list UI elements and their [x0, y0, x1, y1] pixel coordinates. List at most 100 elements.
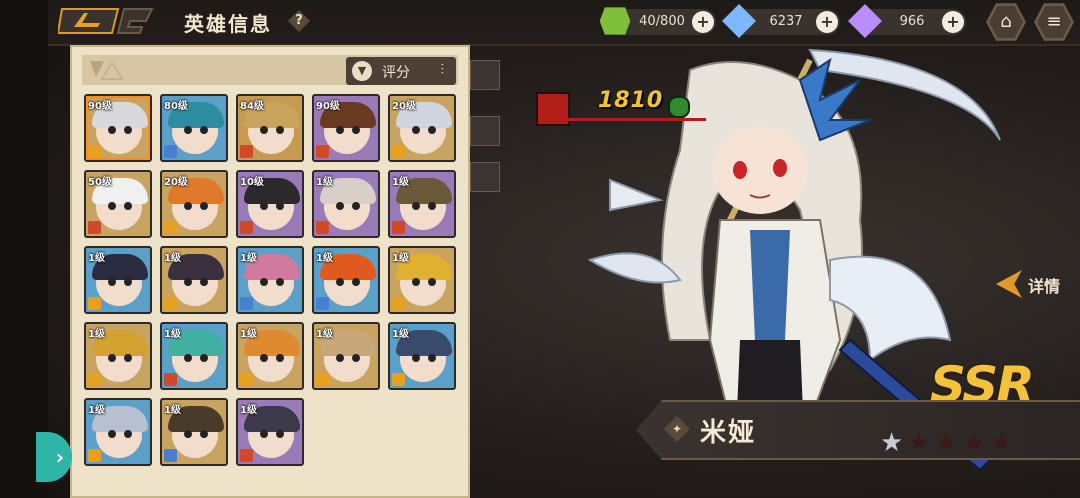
hero-card[interactable]: 1级 — [236, 398, 304, 466]
resource-value: 40/800 — [639, 14, 685, 29]
class-badge-icon — [164, 297, 177, 310]
hero-level: 1级 — [392, 329, 409, 340]
resource-value: 6237 — [769, 14, 803, 29]
star-rating: ★★★★★ — [880, 428, 1017, 458]
resource-value: 966 — [899, 14, 925, 29]
add-stamina-button[interactable]: + — [692, 11, 714, 33]
mood-icon — [668, 96, 690, 118]
funnel-icon[interactable]: ▼ — [352, 61, 372, 81]
hero-card[interactable]: 1级 — [236, 322, 304, 390]
add-gem-button[interactable]: + — [942, 11, 964, 33]
hero-level: 1级 — [88, 329, 105, 340]
hero-card[interactable]: 1级 — [388, 170, 456, 238]
hero-eye — [260, 430, 268, 438]
side-tab-3[interactable] — [470, 162, 500, 192]
hero-card[interactable]: 10级 — [236, 170, 304, 238]
hero-eye — [336, 126, 344, 134]
hero-card[interactable]: 90级 — [312, 94, 380, 162]
hero-eye — [336, 202, 344, 210]
hero-level: 10级 — [240, 177, 264, 188]
star-icon: ★ — [961, 428, 990, 458]
hero-eye — [352, 202, 360, 210]
class-badge-icon — [392, 373, 405, 386]
class-badge-icon — [392, 145, 405, 158]
hero-level: 20级 — [164, 177, 188, 188]
hero-eye — [428, 278, 436, 286]
hero-eye — [184, 430, 192, 438]
class-badge-icon — [240, 449, 253, 462]
class-badge-icon — [316, 145, 329, 158]
class-badge-icon — [164, 145, 177, 158]
hero-level: 1级 — [164, 329, 181, 340]
hero-eye — [200, 430, 208, 438]
hero-list-panel: ▼ 评分 ⫶ 90级 80级 84级 90级 20级 50级 20级 10级 1级 1级 1级 1级 1… — [70, 45, 470, 498]
class-badge-icon — [88, 297, 101, 310]
hero-card[interactable]: 1级 — [388, 322, 456, 390]
hero-card[interactable]: 84级 — [236, 94, 304, 162]
detail-button[interactable]: 详情 — [996, 264, 1076, 304]
class-badge-icon — [316, 221, 329, 234]
class-badge-icon — [240, 221, 253, 234]
add-crystal-button[interactable]: + — [816, 11, 838, 33]
hero-card[interactable]: 20级 — [160, 170, 228, 238]
hero-level: 80级 — [164, 101, 188, 112]
hero-level: 1级 — [164, 405, 181, 416]
hero-level: 1级 — [240, 329, 257, 340]
hero-eye — [108, 430, 116, 438]
hero-card[interactable]: 1级 — [388, 246, 456, 314]
hero-eye — [428, 126, 436, 134]
hero-level: 1级 — [88, 405, 105, 416]
hero-card[interactable]: 1级 — [312, 170, 380, 238]
hero-level: 1级 — [88, 253, 105, 264]
sort-order-icon[interactable]: ⫶ — [441, 62, 445, 78]
hero-card[interactable]: 1级 — [312, 322, 380, 390]
side-tab-1[interactable] — [470, 60, 500, 90]
hero-eye — [124, 202, 132, 210]
hero-eye — [200, 202, 208, 210]
back-button[interactable] — [58, 5, 156, 37]
hero-card[interactable]: 1级 — [236, 246, 304, 314]
resource-stamina: 40/800 + — [599, 7, 716, 35]
resource-crystal: 6237 + — [722, 4, 840, 38]
hero-eye — [352, 126, 360, 134]
hero-eye — [412, 126, 420, 134]
page-title: 英雄信息 — [184, 12, 272, 36]
hero-level: 84级 — [240, 101, 264, 112]
hero-card[interactable]: 80级 — [160, 94, 228, 162]
hero-eye — [276, 278, 284, 286]
hero-card[interactable]: 1级 — [160, 398, 228, 466]
hero-eye — [260, 202, 268, 210]
class-badge-icon — [392, 221, 405, 234]
hero-eye — [412, 202, 420, 210]
hero-card[interactable]: 1级 — [312, 246, 380, 314]
star-icon: ★ — [907, 428, 935, 458]
hero-card[interactable]: 20级 — [388, 94, 456, 162]
class-badge-icon — [316, 297, 329, 310]
hero-eye — [108, 354, 116, 362]
star-icon: ★ — [989, 428, 1017, 458]
combat-power-value: 1810 — [598, 88, 664, 113]
hero-card[interactable]: 50级 — [84, 170, 152, 238]
hero-card[interactable]: 1级 — [160, 322, 228, 390]
hero-eye — [108, 278, 116, 286]
hero-eye — [260, 126, 268, 134]
hero-eye — [412, 278, 420, 286]
menu-icon: ≡ — [1037, 6, 1071, 38]
hero-eye — [184, 354, 192, 362]
hero-card[interactable]: 1级 — [84, 246, 152, 314]
class-badge-icon — [240, 297, 253, 310]
hero-card[interactable]: 1级 — [84, 398, 152, 466]
hero-eye — [276, 126, 284, 134]
home-icon: ⌂ — [989, 6, 1023, 38]
class-badge-icon — [88, 373, 101, 386]
sort-button[interactable]: ▼ 评分 ⫶ — [346, 57, 456, 85]
hero-eye — [184, 202, 192, 210]
hero-card[interactable]: 90级 — [84, 94, 152, 162]
hero-eye — [352, 354, 360, 362]
hero-card[interactable]: 1级 — [84, 322, 152, 390]
hero-card[interactable]: 1级 — [160, 246, 228, 314]
class-badge-icon — [164, 449, 177, 462]
hero-eye — [124, 278, 132, 286]
side-tab-2[interactable] — [470, 116, 500, 146]
hero-level: 1级 — [240, 405, 257, 416]
